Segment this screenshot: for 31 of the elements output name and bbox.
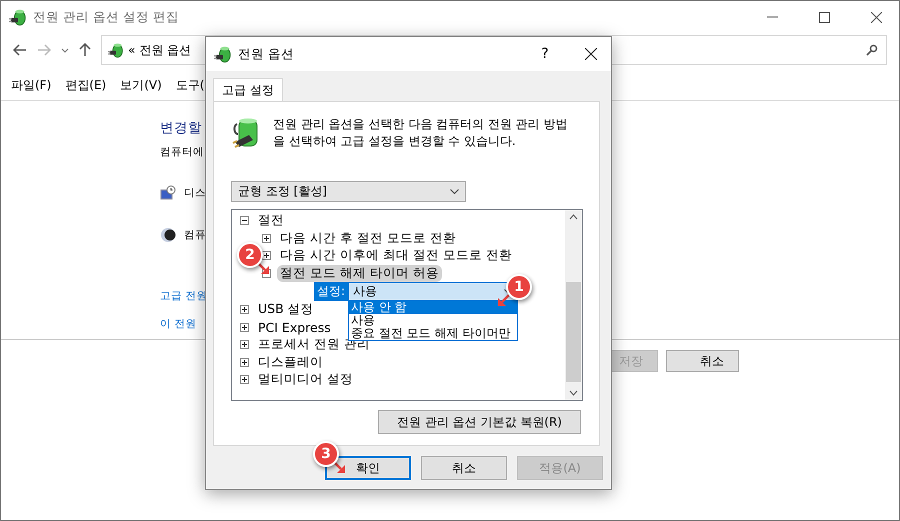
tree-item[interactable]: 절전 모드 해제 타이머 허용 xyxy=(277,264,442,282)
menu-item[interactable]: 편집(E) xyxy=(65,77,106,94)
breadcrumb-separator: « xyxy=(128,43,136,57)
cancel-button[interactable]: 취소 xyxy=(666,350,739,372)
window-title: 전원 관리 옵션 설정 편집 xyxy=(33,8,180,26)
tree-item[interactable]: 멀티미디어 설정 xyxy=(255,371,356,388)
tree-item[interactable]: 디스플레이 xyxy=(255,354,326,371)
menu-item[interactable]: 파일(F) xyxy=(11,77,52,94)
dropdown-option[interactable]: 중요 절전 모드 해제 타이머만 xyxy=(349,327,517,340)
plan-dropdown[interactable]: 균형 조정 [활성] xyxy=(231,181,466,202)
tree-item[interactable]: PCI Express xyxy=(255,320,334,335)
page-heading: 변경할 xyxy=(160,119,202,137)
setting-label: 설정: xyxy=(314,282,348,301)
dialog-title: 전원 옵션 xyxy=(238,46,295,62)
setting-label: 컴퓨 xyxy=(184,228,206,242)
dropdown-option[interactable]: 사용 xyxy=(349,314,517,327)
setting-label: 디스 xyxy=(184,186,206,200)
menu-item[interactable]: 보기(V) xyxy=(120,77,162,94)
tree-item[interactable]: USB 설정 xyxy=(255,301,317,318)
menu-item[interactable]: 도구( xyxy=(176,77,204,94)
restore-defaults-button[interactable]: 전원 관리 옵션 기본값 복원(R) xyxy=(378,410,581,434)
description-text: 전원 관리 옵션을 선택한 다음 컴퓨터의 전원 관리 방법을 선택하여 고급 설정을 변경할 수 있습니다. xyxy=(273,116,569,150)
page-subtitle: 컴퓨터에 xyxy=(160,145,204,159)
link[interactable]: 이 전원 xyxy=(160,317,196,331)
tree-item[interactable]: 절전 xyxy=(255,212,287,230)
help-button[interactable]: ? xyxy=(525,46,565,62)
tree-item[interactable]: 다음 시간 후 절전 모드로 전환 xyxy=(277,230,459,247)
tree-item[interactable]: 다음 시간 이후에 최대 절전 모드로 전환 xyxy=(277,247,515,264)
dropdown-option[interactable]: 사용 안 함 xyxy=(349,301,517,314)
cancel-button[interactable]: 취소 xyxy=(421,456,507,480)
tab[interactable]: 고급 설정 xyxy=(213,78,283,102)
